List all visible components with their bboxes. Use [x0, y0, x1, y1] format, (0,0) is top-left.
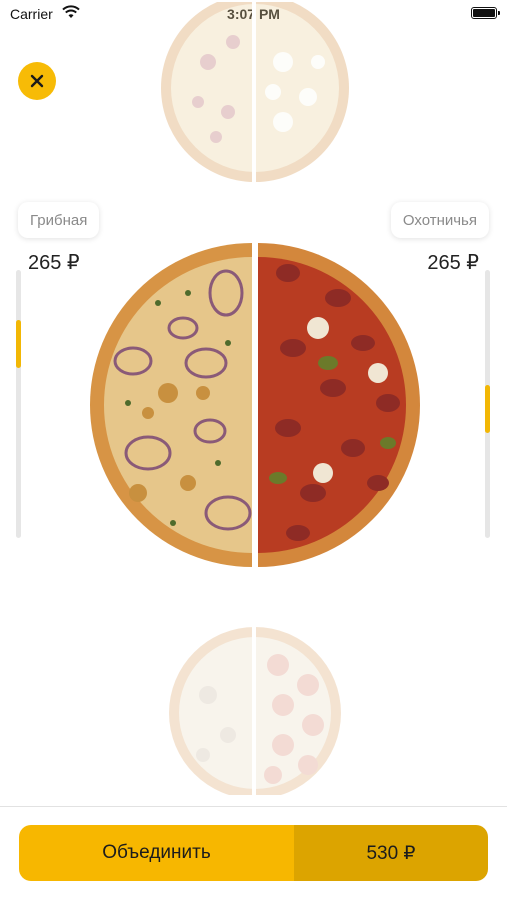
- preview-divider-bottom: [252, 625, 256, 795]
- right-pizza-name: Охотничья: [390, 202, 489, 238]
- preview-divider-top: [252, 2, 256, 182]
- left-scroll-track[interactable]: [16, 270, 21, 538]
- close-icon: [30, 74, 44, 88]
- pizza-divider: [252, 240, 256, 570]
- left-pizza-name: Грибная: [18, 202, 100, 238]
- battery-icon: [471, 7, 500, 19]
- right-pizza-price: 265 ₽: [427, 252, 479, 274]
- left-pizza-price: 265 ₽: [28, 252, 80, 274]
- left-half-pizza: [90, 243, 252, 567]
- close-button[interactable]: [18, 62, 56, 100]
- right-half-pizza: [258, 243, 420, 567]
- combine-button[interactable]: Объединить 530 ₽: [19, 825, 488, 881]
- left-scroll-thumb[interactable]: [16, 320, 21, 368]
- right-scroll-track[interactable]: [485, 270, 490, 538]
- combine-label[interactable]: Объединить: [19, 825, 294, 881]
- combine-total-price[interactable]: 530 ₽: [294, 825, 488, 881]
- bottom-separator: [0, 806, 507, 807]
- right-scroll-thumb[interactable]: [485, 385, 490, 433]
